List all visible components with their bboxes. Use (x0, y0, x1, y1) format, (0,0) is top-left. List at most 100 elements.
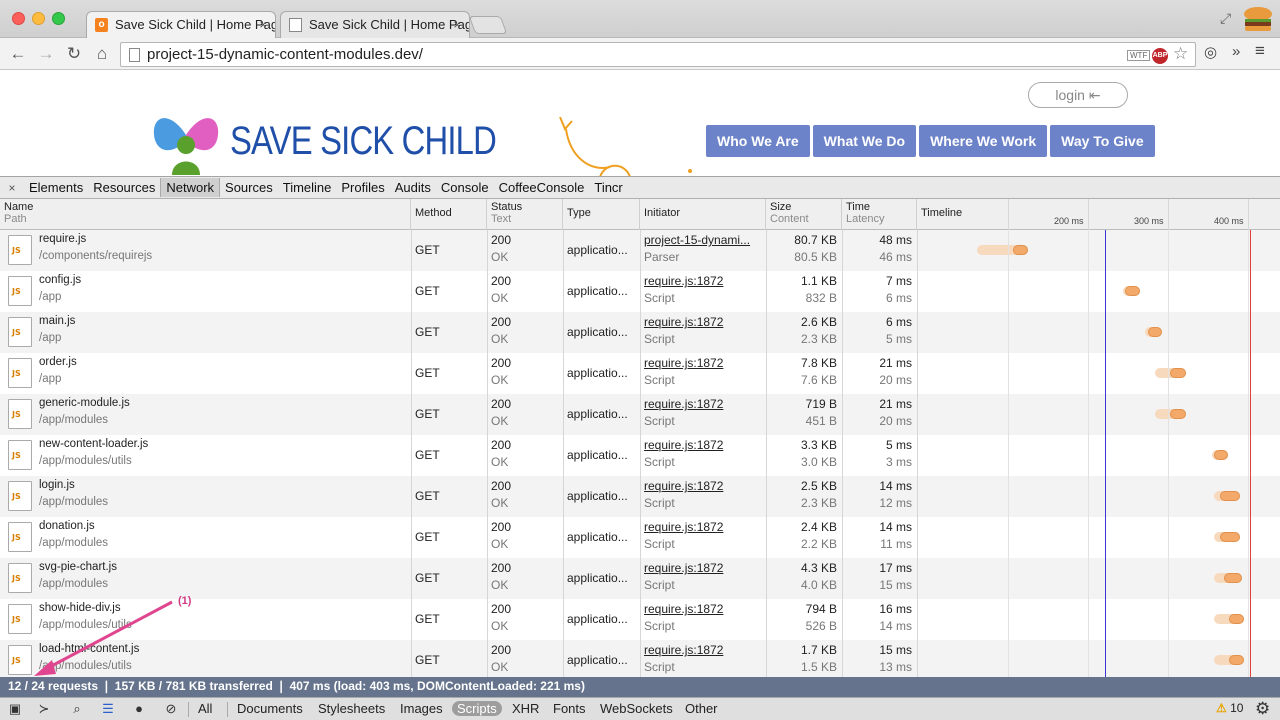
tab-elements[interactable]: Elements (24, 178, 88, 197)
column-time[interactable]: Time Latency (842, 199, 917, 230)
timeline-receiving-bar[interactable] (1229, 614, 1244, 624)
tab-resources[interactable]: Resources (88, 178, 160, 197)
close-icon[interactable]: × (453, 17, 461, 32)
request-name[interactable]: donation.js (39, 520, 95, 532)
window-close-button[interactable] (12, 12, 25, 25)
js-file-icon: JS (8, 563, 32, 593)
filter-documents[interactable]: Documents (237, 701, 303, 716)
column-separator (640, 558, 641, 599)
request-name[interactable]: config.js (39, 274, 81, 286)
login-button[interactable]: login ⇤ (1028, 82, 1128, 108)
initiator-link[interactable]: require.js:1872 (644, 438, 762, 452)
initiator-link[interactable]: require.js:1872 (644, 315, 762, 329)
address-bar[interactable]: project-15-dynamic-content-modules.dev/ … (120, 42, 1196, 67)
nav-where-we-work[interactable]: Where We Work (919, 125, 1048, 157)
column-status[interactable]: Status Text (487, 199, 563, 230)
burger-avatar-icon[interactable] (1242, 6, 1274, 32)
request-name[interactable]: generic-module.js (39, 397, 130, 409)
timeline-receiving-bar[interactable] (1170, 409, 1186, 419)
column-separator (766, 640, 767, 677)
gear-icon[interactable]: ⚙ (1255, 699, 1270, 719)
timeline-receiving-bar[interactable] (1170, 368, 1186, 378)
timeline-receiving-bar[interactable] (1148, 327, 1162, 337)
tab-network[interactable]: Network (160, 178, 221, 197)
initiator-link[interactable]: require.js:1872 (644, 479, 762, 493)
clear-icon[interactable]: ⊘ (162, 701, 180, 717)
mime-type: applicatio... (567, 489, 628, 503)
initiator-link[interactable]: require.js:1872 (644, 561, 762, 575)
initiator-link[interactable]: require.js:1872 (644, 520, 762, 534)
initiator-link[interactable]: project-15-dynami... (644, 233, 762, 247)
request-name[interactable]: login.js (39, 479, 75, 491)
column-type[interactable]: Type (563, 199, 640, 230)
close-devtools-icon[interactable]: × (0, 181, 24, 195)
record-icon[interactable]: ● (130, 701, 148, 717)
tab-sources[interactable]: Sources (220, 178, 278, 197)
browser-tab[interactable]: Save Sick Child | Home Pag × (280, 11, 470, 38)
list-view-icon[interactable]: ☰ (99, 701, 117, 717)
adblock-icon[interactable]: ABP (1152, 48, 1168, 64)
nav-who-we-are[interactable]: Who We Are (706, 125, 810, 157)
menu-icon[interactable]: ≡ (1255, 41, 1265, 61)
filter-xhr[interactable]: XHR (512, 701, 539, 716)
bookmark-star-icon[interactable]: ☆ (1173, 44, 1188, 64)
column-initiator[interactable]: Initiator (640, 199, 766, 230)
show-console-icon[interactable]: ≻ (35, 701, 53, 717)
new-tab-button[interactable] (468, 16, 508, 34)
forward-arrow-icon[interactable]: → (34, 42, 58, 66)
timeline-receiving-bar[interactable] (1220, 532, 1240, 542)
back-arrow-icon[interactable]: ← (6, 42, 30, 66)
tab-audits[interactable]: Audits (390, 178, 436, 197)
timeline-receiving-bar[interactable] (1013, 245, 1028, 255)
tab-profiles[interactable]: Profiles (336, 178, 389, 197)
initiator-link[interactable]: require.js:1872 (644, 643, 762, 657)
wtf-extension-icon[interactable]: WTF (1127, 50, 1151, 61)
column-method[interactable]: Method (411, 199, 487, 230)
filter-other[interactable]: Other (685, 701, 718, 716)
request-name[interactable]: load-html-content.js (39, 643, 139, 655)
timeline-receiving-bar[interactable] (1224, 573, 1242, 583)
timeline-receiving-bar[interactable] (1220, 491, 1240, 501)
timeline-receiving-bar[interactable] (1214, 450, 1228, 460)
filter-stylesheets[interactable]: Stylesheets (318, 701, 385, 716)
column-separator (487, 230, 488, 271)
fullscreen-icon[interactable]: ⤢ (1220, 10, 1231, 27)
tab-tincr[interactable]: Tincr (589, 178, 627, 197)
request-name[interactable]: main.js (39, 315, 75, 327)
reload-icon[interactable]: ↻ (62, 42, 86, 66)
tab-console[interactable]: Console (436, 178, 494, 197)
request-name[interactable]: new-content-loader.js (39, 438, 148, 450)
initiator-link[interactable]: require.js:1872 (644, 397, 762, 411)
home-icon[interactable]: ⌂ (90, 42, 114, 66)
browser-tab-active[interactable]: o Save Sick Child | Home Pag × (86, 11, 276, 38)
column-size[interactable]: Size Content (766, 199, 842, 230)
window-minimize-button[interactable] (32, 12, 45, 25)
timeline-receiving-bar[interactable] (1125, 286, 1140, 296)
search-icon[interactable]: ⌕ (68, 701, 86, 717)
initiator-link[interactable]: require.js:1872 (644, 356, 762, 370)
window-zoom-button[interactable] (52, 12, 65, 25)
filter-images[interactable]: Images (400, 701, 443, 716)
tab-coffeeconsole[interactable]: CoffeeConsole (494, 178, 590, 197)
request-name[interactable]: show-hide-div.js (39, 602, 121, 614)
request-name[interactable]: order.js (39, 356, 77, 368)
initiator-link[interactable]: require.js:1872 (644, 602, 762, 616)
column-name[interactable]: Name Path (0, 199, 411, 230)
nav-way-to-give[interactable]: Way To Give (1050, 125, 1155, 157)
initiator-link[interactable]: require.js:1872 (644, 274, 762, 288)
request-name[interactable]: svg-pie-chart.js (39, 561, 117, 573)
timeline-receiving-bar[interactable] (1229, 655, 1244, 665)
dock-icon[interactable]: ▣ (6, 701, 24, 717)
extension-icon[interactable]: ◎ (1204, 43, 1217, 61)
filter-all[interactable]: All (198, 701, 212, 716)
filter-fonts[interactable]: Fonts (553, 701, 586, 716)
tick-label: 400 ms (1214, 216, 1244, 226)
nav-what-we-do[interactable]: What We Do (812, 125, 917, 157)
tab-timeline[interactable]: Timeline (278, 178, 337, 197)
filter-websockets[interactable]: WebSockets (600, 701, 673, 716)
close-icon[interactable]: × (259, 17, 267, 32)
filter-scripts[interactable]: Scripts (452, 701, 502, 716)
request-name[interactable]: require.js (39, 233, 86, 245)
warning-counter[interactable]: ⚠ 10 (1216, 701, 1243, 715)
overflow-chevron-icon[interactable]: » (1232, 43, 1240, 60)
